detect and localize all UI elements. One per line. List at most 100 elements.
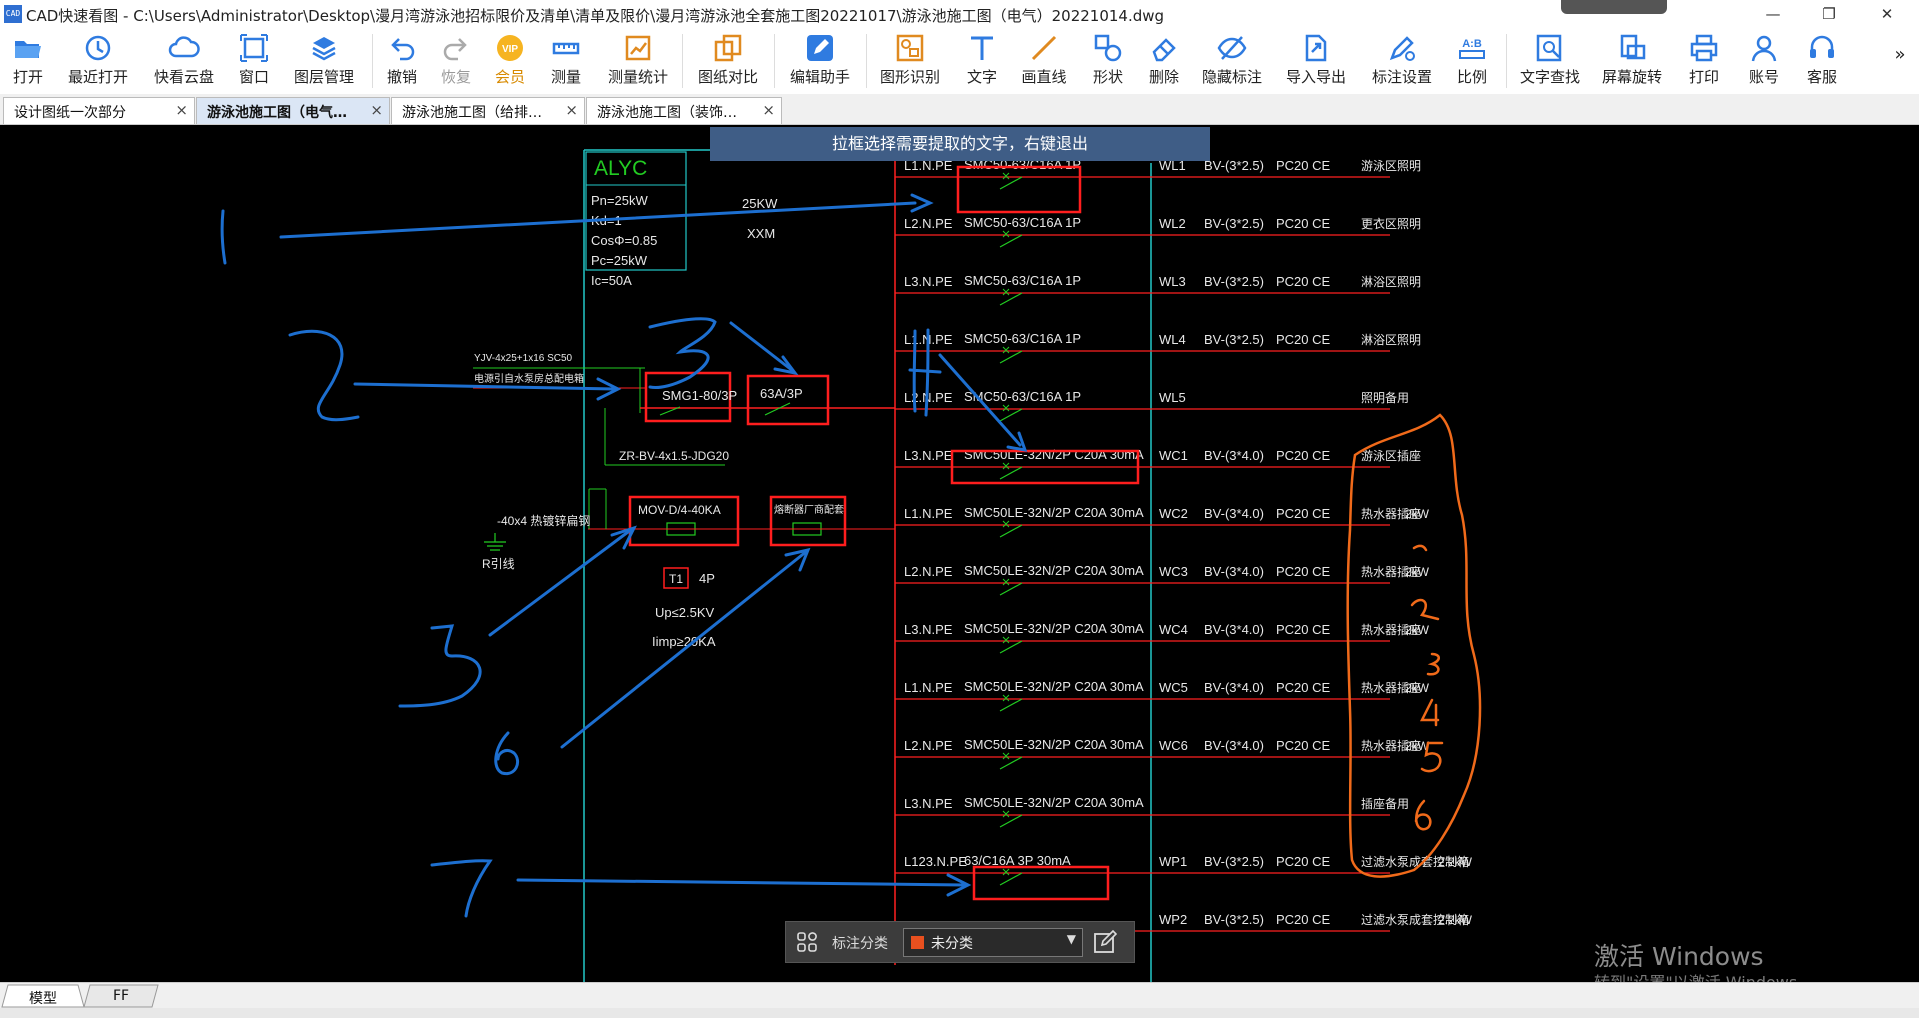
circuit-pipe: PC20 CE [1276, 912, 1331, 927]
recent-button[interactable]: 最近打开 [64, 32, 132, 94]
edit-assistant-button[interactable]: 编辑助手 [786, 32, 854, 94]
print-button[interactable]: 打印 [1682, 32, 1726, 94]
breaker-mark [1002, 810, 1010, 818]
category-selected-value: 未分类 [931, 936, 973, 952]
scale-button[interactable]: A:B 比例 [1450, 32, 1494, 94]
drawing-canvas[interactable]: ALYC Pn=25kW Kd=1 CosΦ=0.85 Pc=25kW Ic=5… [0, 125, 1919, 982]
delete-button[interactable]: 删除 [1142, 32, 1186, 94]
breaker-mark [1002, 288, 1010, 296]
tab-close-icon[interactable]: × [370, 101, 383, 119]
circuit-device: SMC50LE-32N/2P C20A 30mA [964, 505, 1144, 520]
spd-class: T1 [669, 572, 683, 586]
highlight-box [956, 165, 1082, 214]
tab-plumbing[interactable]: 游泳池施工图（给排… × [391, 97, 585, 124]
circuit-cable: BV-(3*2.5) [1204, 158, 1264, 173]
printer-icon [1690, 34, 1718, 62]
branch-cable: ZR-BV-4x1.5-JDG20 [619, 449, 729, 463]
circuit-use: 游泳区插座 [1361, 448, 1421, 463]
circuit-cable: BV-(3*2.5) [1204, 274, 1264, 289]
measure-stats-button[interactable]: 测量统计 [604, 32, 672, 94]
compare-icon [714, 34, 742, 62]
hide-annotation-button[interactable]: 隐藏标注 [1198, 32, 1266, 94]
open-button[interactable]: 打开 [4, 32, 52, 94]
markup-arrow-3 [729, 321, 795, 373]
circuit-phase: L1.N.PE [904, 680, 953, 695]
circuit-code: WC4 [1159, 622, 1188, 637]
tab-design-drawing[interactable]: 设计图纸一次部分 × [3, 97, 195, 124]
circuit-power: 2kW [1405, 681, 1430, 695]
layer-manager-button[interactable]: 图层管理 [290, 32, 358, 94]
shape-recognition-button[interactable]: 图形识别 [876, 32, 944, 94]
ground-icon [484, 533, 506, 551]
markup-arrow-7 [516, 878, 967, 887]
annotation-category-select[interactable]: 未分类 ▼ [903, 928, 1083, 957]
circuit-phase: L1.N.PE [904, 506, 953, 521]
folder-open-icon [15, 41, 41, 58]
compare-button[interactable]: 图纸对比 [694, 32, 762, 94]
toolbar-separator [774, 34, 775, 88]
customer-service-button[interactable]: 客服 [1800, 32, 1844, 94]
eraser-icon [1152, 38, 1176, 62]
tab-close-icon[interactable]: × [175, 101, 188, 119]
breaker-mark [1002, 752, 1010, 760]
circuit-power: 2kW [1405, 623, 1430, 637]
breaker-mark [1002, 462, 1010, 470]
title-bar: CAD CAD快速看图 - C:\Users\Administrator\Des… [0, 0, 1919, 28]
minimize-button[interactable]: — [1750, 0, 1796, 28]
orange-number-1 [1412, 544, 1428, 552]
breaker-mark [1002, 636, 1010, 644]
tab-model[interactable]: 模型 [4, 985, 82, 1007]
shape-recognition-icon [896, 34, 924, 62]
circuit-pipe: PC20 CE [1276, 216, 1331, 231]
circuit-cable: BV-(3*4.0) [1204, 738, 1264, 753]
layout-tab-bar: 模型 FF [0, 982, 1919, 1009]
circuit-use: 更衣区照明 [1361, 216, 1421, 231]
svg-text:VIP: VIP [502, 44, 518, 55]
breaker-symbol [764, 402, 791, 416]
shape-icon [1094, 34, 1122, 62]
annotation-settings-button[interactable]: 标注设置 [1368, 32, 1436, 94]
grid-icon[interactable] [796, 931, 818, 953]
redo-button[interactable]: 恢复 [434, 32, 478, 94]
document-tab-bar: 设计图纸一次部分 × 游泳池施工图（电气… × 游泳池施工图（给排… × 游泳池… [0, 94, 1919, 125]
import-export-icon [1305, 34, 1327, 62]
window-button[interactable]: 窗口 [232, 32, 276, 94]
circuit-cable: BV-(3*4.0) [1204, 622, 1264, 637]
toolbar-overflow-button[interactable]: » [1888, 32, 1912, 94]
ground-note: R引线 [482, 557, 515, 571]
edit-icon[interactable] [1093, 930, 1117, 954]
tab-electrical[interactable]: 游泳池施工图（电气… × [196, 97, 390, 124]
vip-button[interactable]: VIP 会员 [488, 32, 532, 94]
circuit-pipe: PC20 CE [1276, 332, 1331, 347]
shape-button[interactable]: 形状 [1086, 32, 1130, 94]
text-search-button[interactable]: 文字查找 [1516, 32, 1584, 94]
text-button[interactable]: 文字 [960, 32, 1004, 94]
circuit-pipe: PC20 CE [1276, 564, 1331, 579]
markup-number-6 [494, 731, 519, 776]
tab-decoration[interactable]: 游泳池施工图（装饰… × [586, 97, 782, 124]
tab-layout-ff[interactable]: FF [86, 985, 156, 1007]
tab-close-icon[interactable]: × [565, 101, 578, 119]
circuit-pipe: PC20 CE [1276, 506, 1331, 521]
circuit-cable: BV-(3*4.0) [1204, 448, 1264, 463]
close-window-button[interactable]: ✕ [1864, 0, 1910, 28]
cloud-button[interactable]: 快看云盘 [150, 32, 218, 94]
tab-close-icon[interactable]: × [762, 101, 775, 119]
rotate-screen-button[interactable]: 屏幕旋转 [1598, 32, 1666, 94]
draw-line-button[interactable]: 画直线 [1020, 32, 1068, 94]
circuit-device: SMC50LE-32N/2P C20A 30mA [964, 447, 1144, 462]
undo-button[interactable]: 撤销 [380, 32, 424, 94]
markup-arrow-1 [279, 201, 917, 239]
toolbar-separator [372, 34, 373, 88]
breaker-mark [1002, 346, 1010, 354]
panel-param: Ic=50A [591, 273, 632, 288]
import-export-button[interactable]: 导入导出 [1282, 32, 1350, 94]
account-button[interactable]: 账号 [1742, 32, 1786, 94]
svg-text:A:B: A:B [1462, 38, 1482, 50]
toolbar-separator [1506, 34, 1507, 88]
annotation-category-label: 标注分类 [832, 936, 888, 952]
measure-button[interactable]: 测量 [544, 32, 588, 94]
circuit-pipe: PC20 CE [1276, 274, 1331, 289]
restore-button[interactable]: ❐ [1806, 0, 1852, 28]
measure-stats-icon [625, 35, 651, 61]
